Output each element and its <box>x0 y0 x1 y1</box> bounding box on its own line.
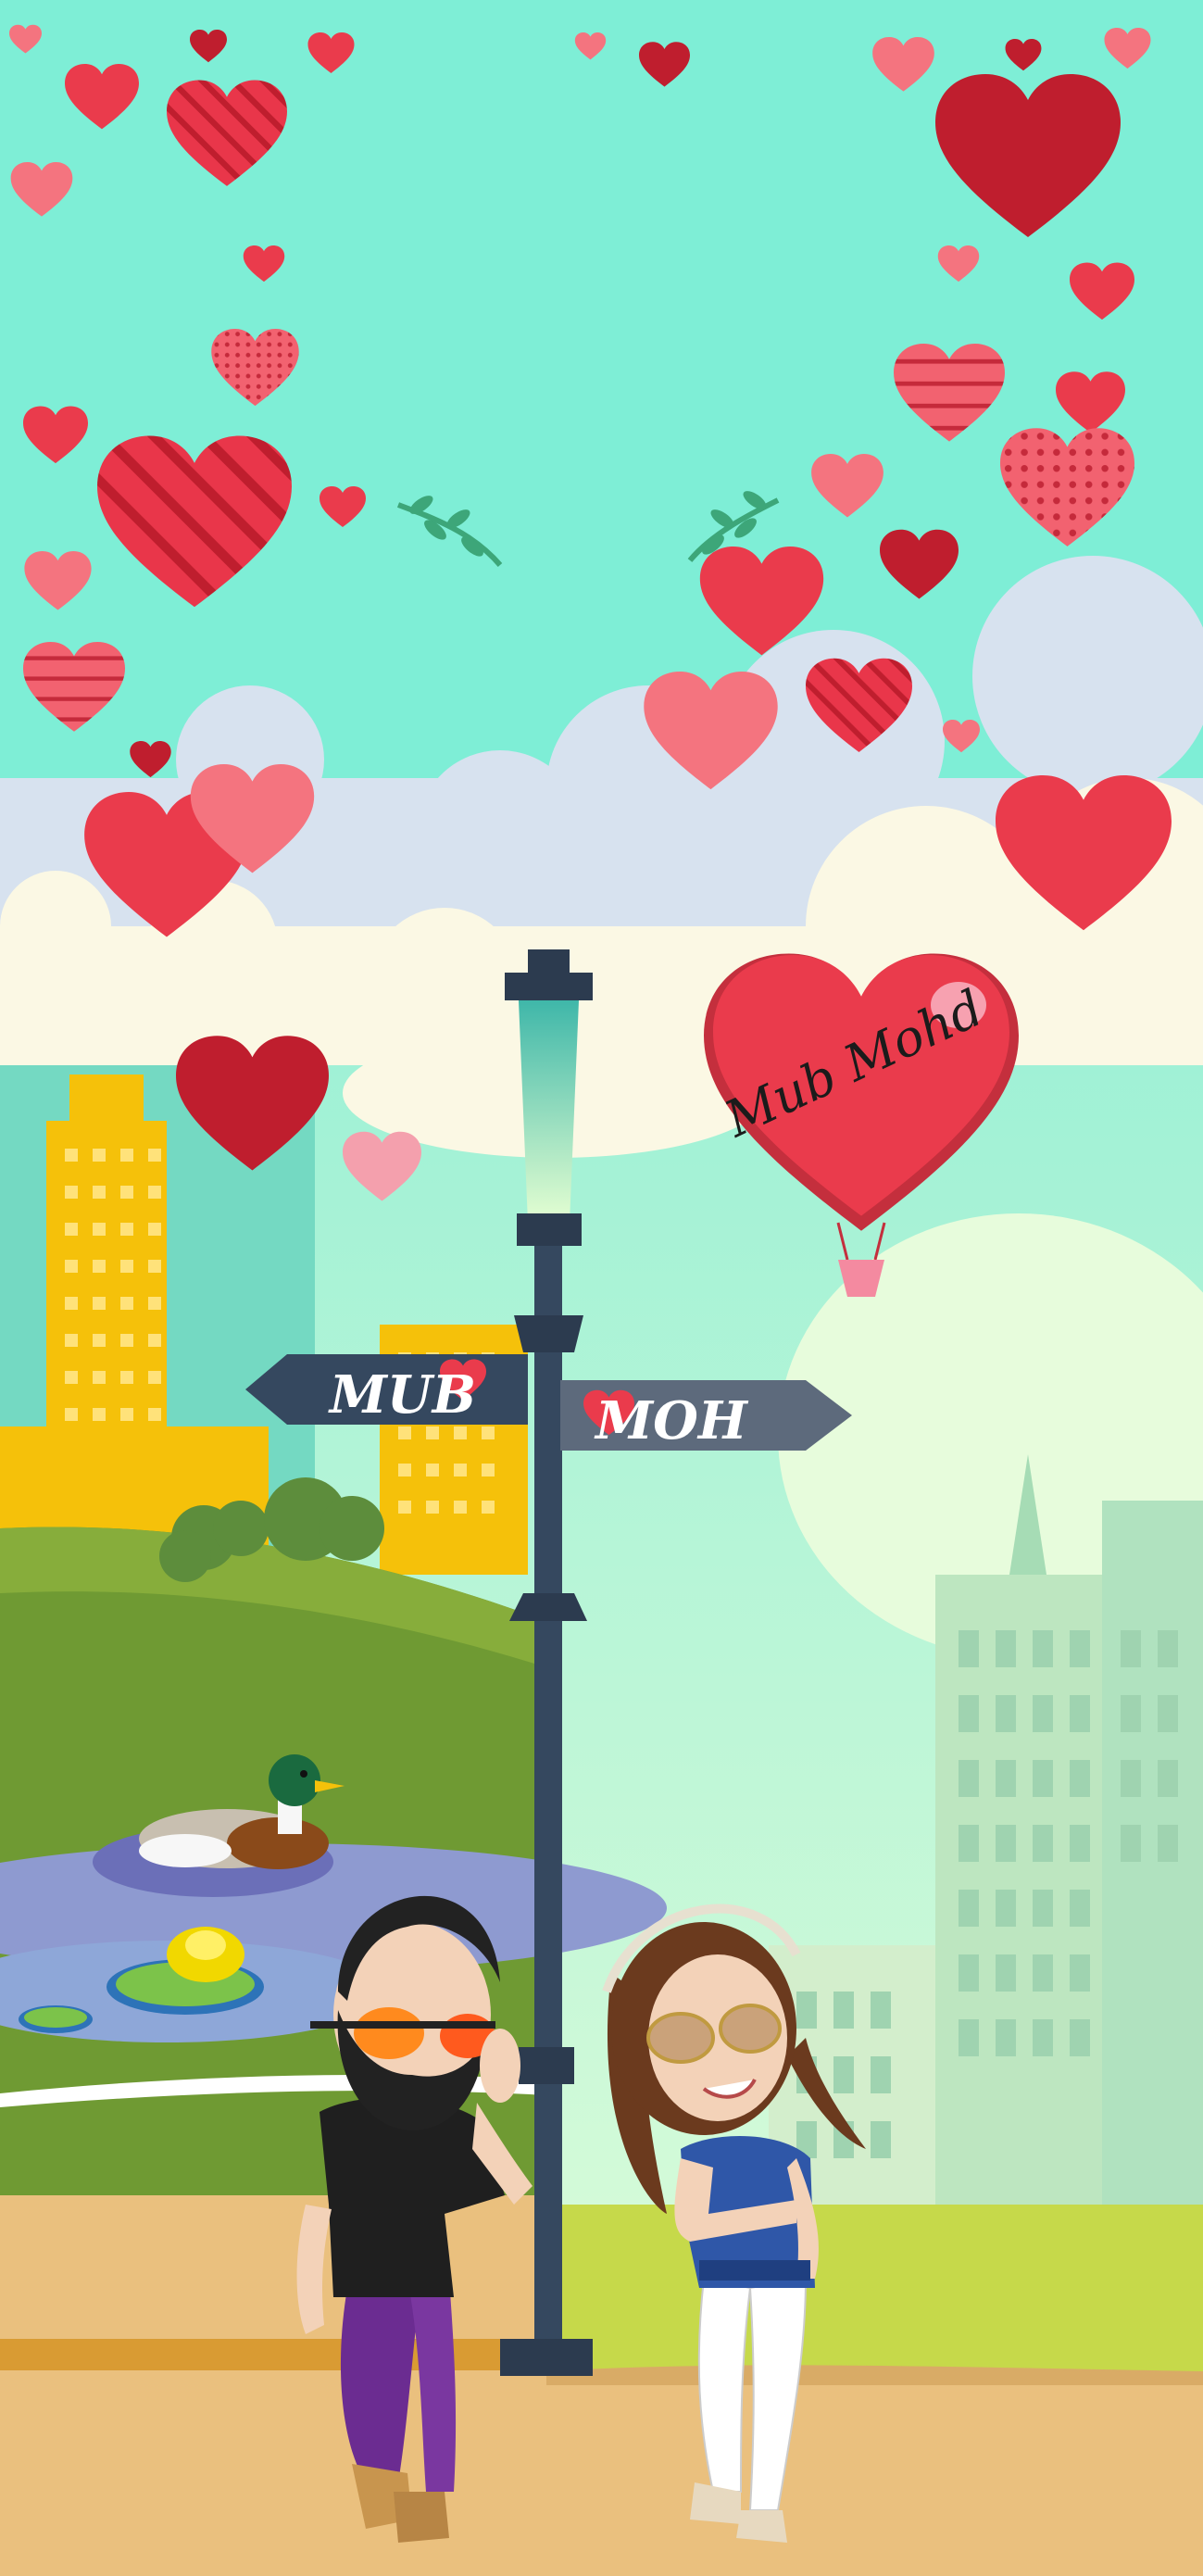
lotus-flower <box>167 1927 244 1982</box>
path-edge <box>0 2339 556 2370</box>
lamp-glass-icon <box>519 1000 579 1223</box>
sign-left-label: MUB <box>328 1364 476 1426</box>
sign-right-label: MOH <box>594 1390 749 1451</box>
ground <box>0 2371 1203 2576</box>
scene: Mub Mohd MUB MOH <box>0 0 1203 2576</box>
